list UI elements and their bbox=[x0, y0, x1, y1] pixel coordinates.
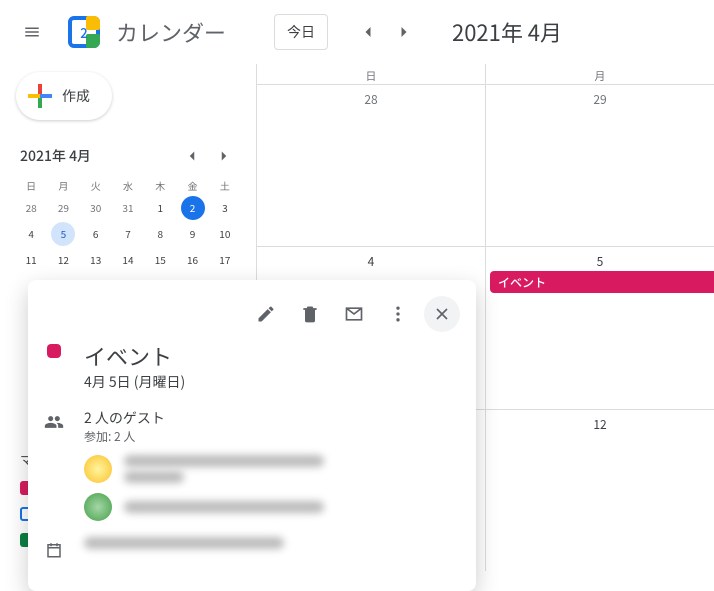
mini-day[interactable]: 9 bbox=[181, 222, 205, 246]
event-popup: イベント 4月 5日 (月曜日) 2 人のゲスト 参加: 2 人 bbox=[28, 280, 476, 591]
calendar-name bbox=[84, 537, 284, 549]
next-month-button[interactable] bbox=[388, 16, 420, 48]
mini-day[interactable]: 28 bbox=[19, 196, 43, 220]
guest-email bbox=[124, 501, 324, 513]
guest-item[interactable] bbox=[84, 455, 460, 483]
guest-email bbox=[124, 455, 324, 467]
mini-day[interactable]: 16 bbox=[181, 248, 205, 272]
guests-status: 参加: 2 人 bbox=[84, 428, 460, 445]
guests-count: 2 人のゲスト bbox=[84, 408, 460, 428]
day-number: 29 bbox=[486, 85, 714, 108]
day-number: 28 bbox=[257, 85, 485, 108]
close-button[interactable] bbox=[424, 296, 460, 332]
guest-item[interactable] bbox=[84, 493, 460, 521]
event-date: 4月 5日 (月曜日) bbox=[84, 372, 460, 392]
day-cell[interactable]: 5 イベント bbox=[486, 247, 714, 408]
people-icon bbox=[44, 408, 64, 521]
event-color-icon bbox=[47, 344, 61, 358]
calendar-icon bbox=[44, 537, 64, 559]
mini-calendar: 2021年 4月 日月火水木金土 28293031123456789101112… bbox=[16, 144, 240, 272]
month-nav bbox=[352, 16, 420, 48]
dow-label: 月 bbox=[486, 64, 714, 84]
mini-day[interactable]: 3 bbox=[213, 196, 237, 220]
mini-day[interactable]: 31 bbox=[116, 196, 140, 220]
day-cell[interactable]: 12 bbox=[486, 410, 714, 571]
day-number: 5 bbox=[486, 247, 714, 270]
mini-dow-label: 月 bbox=[48, 176, 78, 196]
header: 2 カレンダー 今日 2021年 4月 bbox=[0, 0, 714, 64]
mini-day[interactable]: 7 bbox=[116, 222, 140, 246]
mini-day[interactable]: 11 bbox=[19, 248, 43, 272]
menu-icon[interactable] bbox=[8, 8, 56, 56]
current-month-label: 2021年 4月 bbox=[452, 16, 562, 48]
mini-dow-label: 木 bbox=[145, 176, 175, 196]
create-label: 作成 bbox=[62, 86, 90, 106]
mini-day[interactable]: 4 bbox=[19, 222, 43, 246]
mini-dow-label: 日 bbox=[16, 176, 46, 196]
mini-day[interactable]: 12 bbox=[51, 248, 75, 272]
dow-label: 日 bbox=[257, 64, 486, 84]
day-cell[interactable]: 29 bbox=[486, 85, 714, 246]
email-button[interactable] bbox=[336, 296, 372, 332]
day-number: 4 bbox=[257, 247, 485, 270]
mini-day[interactable]: 29 bbox=[51, 196, 75, 220]
mini-next-button[interactable] bbox=[212, 144, 236, 168]
today-button[interactable]: 今日 bbox=[274, 14, 328, 50]
mini-day[interactable]: 10 bbox=[213, 222, 237, 246]
mini-day[interactable]: 15 bbox=[148, 248, 172, 272]
mini-day[interactable]: 6 bbox=[84, 222, 108, 246]
mini-day[interactable]: 1 bbox=[148, 196, 172, 220]
mini-day[interactable]: 2 bbox=[181, 196, 205, 220]
mini-cal-grid: 日月火水木金土 bbox=[16, 176, 240, 196]
mini-day[interactable]: 14 bbox=[116, 248, 140, 272]
dow-row: 日月 bbox=[257, 64, 714, 84]
mini-day[interactable]: 30 bbox=[84, 196, 108, 220]
prev-month-button[interactable] bbox=[352, 16, 384, 48]
options-button[interactable] bbox=[380, 296, 416, 332]
avatar bbox=[84, 493, 112, 521]
mini-day[interactable]: 13 bbox=[84, 248, 108, 272]
create-button[interactable]: 作成 bbox=[16, 72, 112, 120]
mini-prev-button[interactable] bbox=[180, 144, 204, 168]
day-number: 12 bbox=[486, 410, 714, 433]
day-cell[interactable]: 28 bbox=[257, 85, 486, 246]
logo-date: 2 bbox=[80, 23, 87, 42]
mini-cal-title: 2021年 4月 bbox=[20, 146, 91, 166]
app-title: カレンダー bbox=[116, 16, 226, 48]
app-logo: 2 bbox=[64, 12, 104, 52]
mini-dow-label: 金 bbox=[177, 176, 207, 196]
delete-button[interactable] bbox=[292, 296, 328, 332]
mini-day[interactable]: 8 bbox=[148, 222, 172, 246]
event-title: イベント bbox=[84, 340, 460, 372]
mini-day[interactable]: 17 bbox=[213, 248, 237, 272]
avatar bbox=[84, 455, 112, 483]
mini-dow-label: 土 bbox=[210, 176, 240, 196]
edit-button[interactable] bbox=[248, 296, 284, 332]
popup-actions bbox=[44, 296, 460, 332]
plus-icon bbox=[28, 84, 52, 108]
event-chip[interactable]: イベント bbox=[490, 271, 714, 293]
week-row: 28 29 bbox=[257, 84, 714, 246]
mini-dow-label: 水 bbox=[113, 176, 143, 196]
mini-day[interactable]: 5 bbox=[51, 222, 75, 246]
mini-dow-label: 火 bbox=[81, 176, 111, 196]
